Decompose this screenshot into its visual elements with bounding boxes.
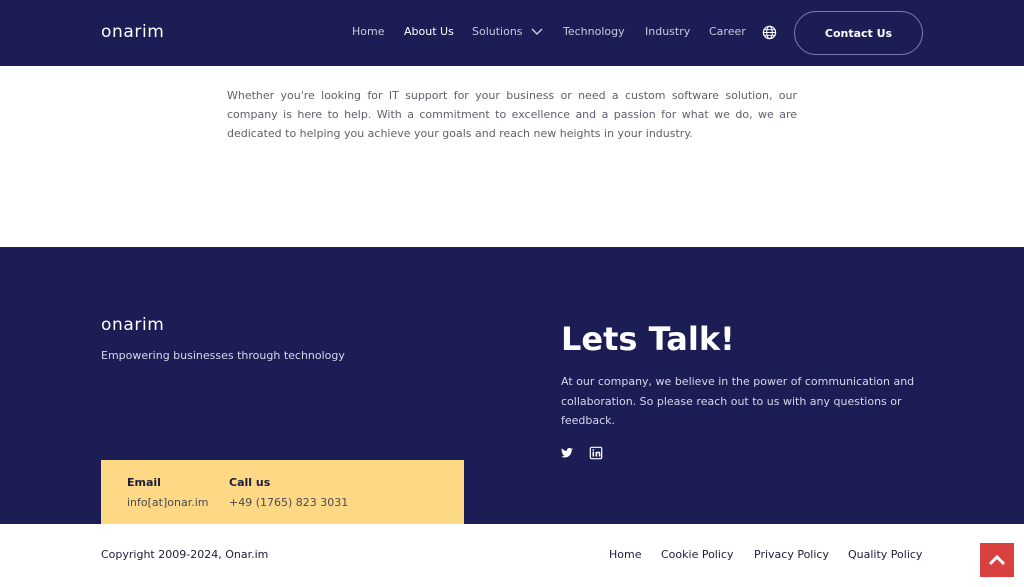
copyright-text: Copyright 2009-2024, Onar.im: [101, 548, 269, 561]
footer-link-cookie-policy[interactable]: Cookie Policy: [661, 548, 733, 561]
footer-link-home[interactable]: Home: [609, 548, 641, 561]
footer-link-privacy-policy[interactable]: Privacy Policy: [754, 548, 829, 561]
nav-career[interactable]: Career: [709, 25, 746, 41]
site-footer: onarim Empowering businesses through tec…: [0, 247, 1024, 524]
lets-talk-heading: Lets Talk!: [561, 320, 735, 358]
header-logo[interactable]: onarim: [101, 22, 164, 42]
site-header: onarim Home About Us Solutions Technolog…: [0, 0, 1024, 66]
scroll-to-top-button[interactable]: [980, 543, 1014, 577]
email-label: Email: [127, 476, 161, 489]
twitter-icon[interactable]: [560, 446, 574, 460]
footer-tagline: Empowering businesses through technology: [101, 349, 345, 362]
nav-technology[interactable]: Technology: [563, 25, 625, 41]
nav-about-us[interactable]: About Us: [404, 25, 454, 41]
footer-link-quality-policy[interactable]: Quality Policy: [848, 548, 922, 561]
cut-off-text-line: [370, 58, 480, 64]
chevron-up-icon: [988, 554, 1006, 566]
nav-solutions[interactable]: Solutions: [472, 25, 523, 41]
contact-card: Email info[at]onar.im Call us +49 (1765)…: [101, 460, 464, 524]
lets-talk-text: At our company, we believe in the power …: [561, 375, 915, 427]
nav-industry[interactable]: Industry: [645, 25, 690, 41]
bottom-bar: Copyright 2009-2024, Onar.im Home Cookie…: [0, 524, 1024, 587]
globe-icon[interactable]: [762, 25, 777, 40]
phone-value[interactable]: +49 (1765) 823 3031: [229, 496, 348, 509]
email-value[interactable]: info[at]onar.im: [127, 496, 209, 509]
about-paragraph: Whether you're looking for IT support fo…: [227, 89, 797, 140]
chevron-down-icon[interactable]: [530, 27, 544, 37]
call-us-label: Call us: [229, 476, 271, 489]
nav-home[interactable]: Home: [352, 25, 384, 41]
linkedin-icon[interactable]: [589, 446, 603, 460]
footer-logo[interactable]: onarim: [101, 315, 164, 335]
contact-us-button[interactable]: Contact Us: [794, 11, 923, 55]
